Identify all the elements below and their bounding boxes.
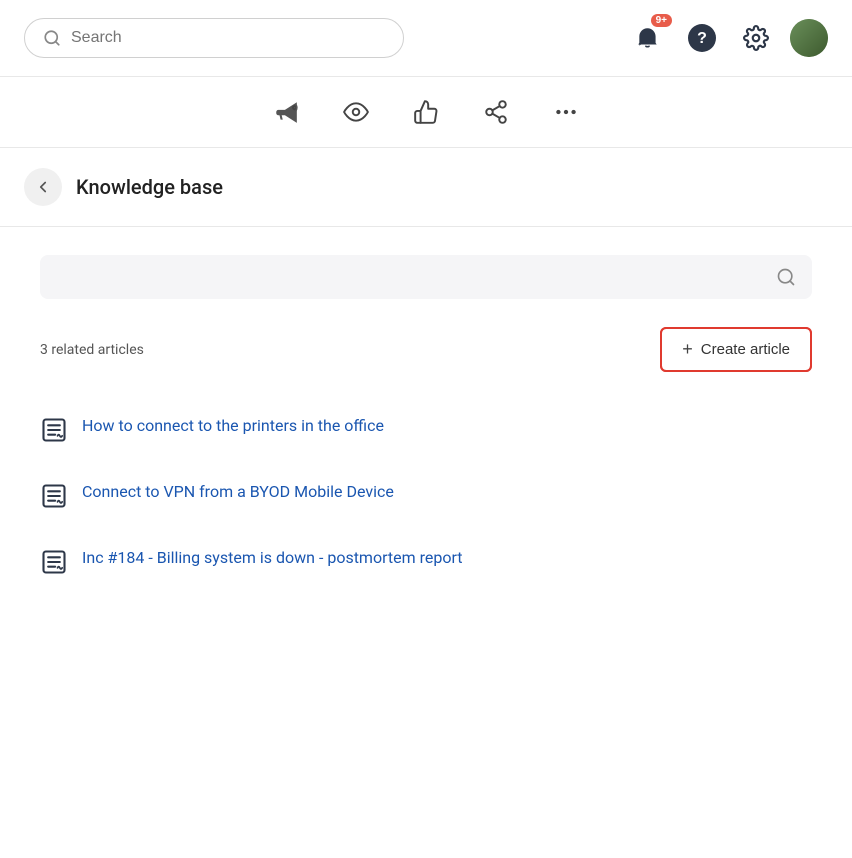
like-button[interactable] — [409, 95, 443, 129]
article-icon — [40, 548, 68, 576]
notification-button[interactable]: 9+ — [628, 18, 668, 58]
share-icon — [483, 99, 509, 125]
articles-count: 3 related articles — [40, 342, 144, 358]
inner-search-input[interactable] — [56, 269, 776, 286]
inner-search-bar[interactable] — [40, 255, 812, 299]
gear-icon — [743, 25, 769, 51]
nav-icons: 9+ ? — [628, 18, 828, 58]
article-list: How to connect to the printers in the of… — [40, 396, 812, 594]
back-arrow-icon — [34, 178, 52, 196]
announce-icon — [273, 99, 299, 125]
share-button[interactable] — [479, 95, 513, 129]
more-icon — [553, 99, 579, 125]
article-icon — [40, 482, 68, 510]
notification-badge: 9+ — [651, 14, 672, 27]
articles-row: 3 related articles + Create article — [40, 327, 812, 372]
watch-button[interactable] — [339, 95, 373, 129]
article-title[interactable]: Inc #184 - Billing system is down - post… — [82, 546, 463, 570]
help-button[interactable]: ? — [682, 18, 722, 58]
search-bar[interactable] — [24, 18, 404, 58]
create-article-label: Create article — [701, 341, 790, 358]
article-title[interactable]: How to connect to the printers in the of… — [82, 414, 384, 438]
settings-button[interactable] — [736, 18, 776, 58]
list-item[interactable]: How to connect to the printers in the of… — [40, 396, 812, 462]
avatar[interactable] — [790, 19, 828, 57]
search-input[interactable] — [71, 29, 385, 47]
notification-icon — [635, 25, 661, 51]
create-article-button[interactable]: + Create article — [660, 327, 812, 372]
inner-search-icon — [776, 267, 796, 287]
search-icon — [43, 29, 61, 47]
kb-header: Knowledge base — [0, 148, 852, 227]
eye-icon — [343, 99, 369, 125]
top-nav: 9+ ? — [0, 0, 852, 77]
list-item[interactable]: Connect to VPN from a BYOD Mobile Device — [40, 462, 812, 528]
article-title[interactable]: Connect to VPN from a BYOD Mobile Device — [82, 480, 394, 504]
thumbsup-icon — [413, 99, 439, 125]
toolbar — [0, 77, 852, 148]
content-area: 3 related articles + Create article How … — [0, 227, 852, 622]
svg-text:?: ? — [697, 30, 707, 47]
help-icon: ? — [687, 23, 717, 53]
more-button[interactable] — [549, 95, 583, 129]
list-item[interactable]: Inc #184 - Billing system is down - post… — [40, 528, 812, 594]
announce-button[interactable] — [269, 95, 303, 129]
article-icon — [40, 416, 68, 444]
kb-title: Knowledge base — [76, 175, 223, 199]
back-button[interactable] — [24, 168, 62, 206]
plus-icon: + — [682, 339, 693, 360]
